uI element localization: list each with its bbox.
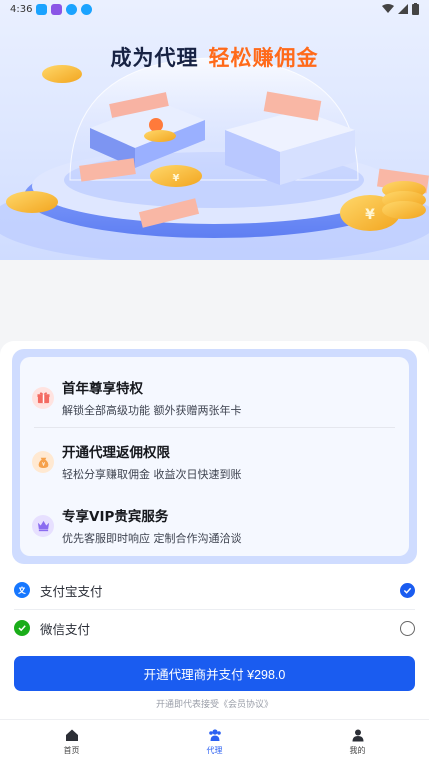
status-bar: 4:36: [0, 0, 429, 18]
agreement-text[interactable]: 开通即代表接受《会员协议》: [0, 697, 429, 710]
money-bag-icon: ¥: [32, 450, 54, 473]
agent-icon: [208, 728, 221, 741]
benefit-item: ¥ 开通代理返佣权限 轻松分享赚取佣金 收益次日快速到账: [32, 441, 397, 482]
agent-signup-card: 首年尊享特权 解锁全部高级功能 额外获赠两张年卡 ¥ 开通代理返佣权限 轻松分享…: [0, 341, 429, 719]
download-icon: [66, 3, 78, 15]
svg-text:¥: ¥: [173, 173, 180, 184]
wechat-icon: [14, 620, 30, 636]
wifi-icon: [382, 4, 394, 13]
benefit-title: 专享VIP贵宾服务: [62, 509, 169, 525]
payment-option-alipay[interactable]: 支付宝支付: [14, 571, 415, 609]
radio-checked-icon[interactable]: [400, 582, 415, 598]
banner-title-main: 成为代理: [110, 46, 199, 70]
app-notification-icon: [51, 3, 63, 15]
benefits-list: 首年尊享特权 解锁全部高级功能 额外获赠两张年卡 ¥ 开通代理返佣权限 轻松分享…: [20, 357, 409, 556]
home-icon: [65, 729, 78, 741]
radio-unchecked-icon[interactable]: [400, 620, 415, 636]
banner-illustration: ¥ ¥: [0, 57, 429, 260]
promo-banner: ¥ ¥ 成为代理 轻松赚佣金: [0, 0, 429, 260]
benefits-panel: 首年尊享特权 解锁全部高级功能 额外获赠两张年卡 ¥ 开通代理返佣权限 轻松分享…: [12, 349, 417, 564]
benefit-description: 优先客服即时响应 定制合作沟通洽谈: [62, 532, 242, 545]
gift-icon: [32, 386, 54, 409]
banner-title: 成为代理 轻松赚佣金: [0, 42, 429, 72]
benefit-item: 专享VIP贵宾服务 优先客服即时响应 定制合作沟通洽谈: [32, 505, 397, 546]
tab-agent[interactable]: 代理: [143, 720, 286, 763]
tab-label: 首页: [63, 745, 80, 755]
banner-title-highlight: 轻松赚佣金: [208, 46, 319, 70]
status-time: 4:36: [10, 3, 33, 15]
app-notification-icon: [36, 3, 48, 15]
benefit-description: 解锁全部高级功能 额外获赠两张年卡: [62, 404, 242, 417]
bottom-tab-bar: 首页 代理 我的: [0, 719, 429, 763]
crown-icon: [32, 514, 54, 537]
profile-icon: [352, 729, 363, 741]
benefit-description: 轻松分享赚取佣金 收益次日快速到账: [62, 468, 242, 481]
battery-icon: [412, 3, 419, 15]
alipay-icon: [14, 582, 30, 598]
benefit-item: 首年尊享特权 解锁全部高级功能 额外获赠两张年卡: [32, 377, 397, 418]
svg-text:¥: ¥: [365, 207, 375, 223]
tab-label: 我的: [349, 745, 366, 755]
benefit-title: 开通代理返佣权限: [62, 445, 170, 461]
activate-agent-pay-button[interactable]: 开通代理商并支付 ¥298.0: [14, 656, 415, 691]
payment-option-label: 支付宝支付: [40, 583, 103, 599]
signal-icon: [398, 4, 408, 14]
divider: [34, 427, 395, 428]
benefit-title: 首年尊享特权: [62, 381, 143, 397]
payment-option-label: 微信支付: [40, 621, 91, 637]
download-icon: [81, 3, 93, 15]
tab-home[interactable]: 首页: [0, 720, 143, 763]
payment-option-wechat[interactable]: 微信支付: [14, 609, 415, 647]
svg-text:¥: ¥: [41, 462, 45, 468]
tab-profile[interactable]: 我的: [286, 720, 429, 763]
tab-label: 代理: [206, 745, 223, 755]
